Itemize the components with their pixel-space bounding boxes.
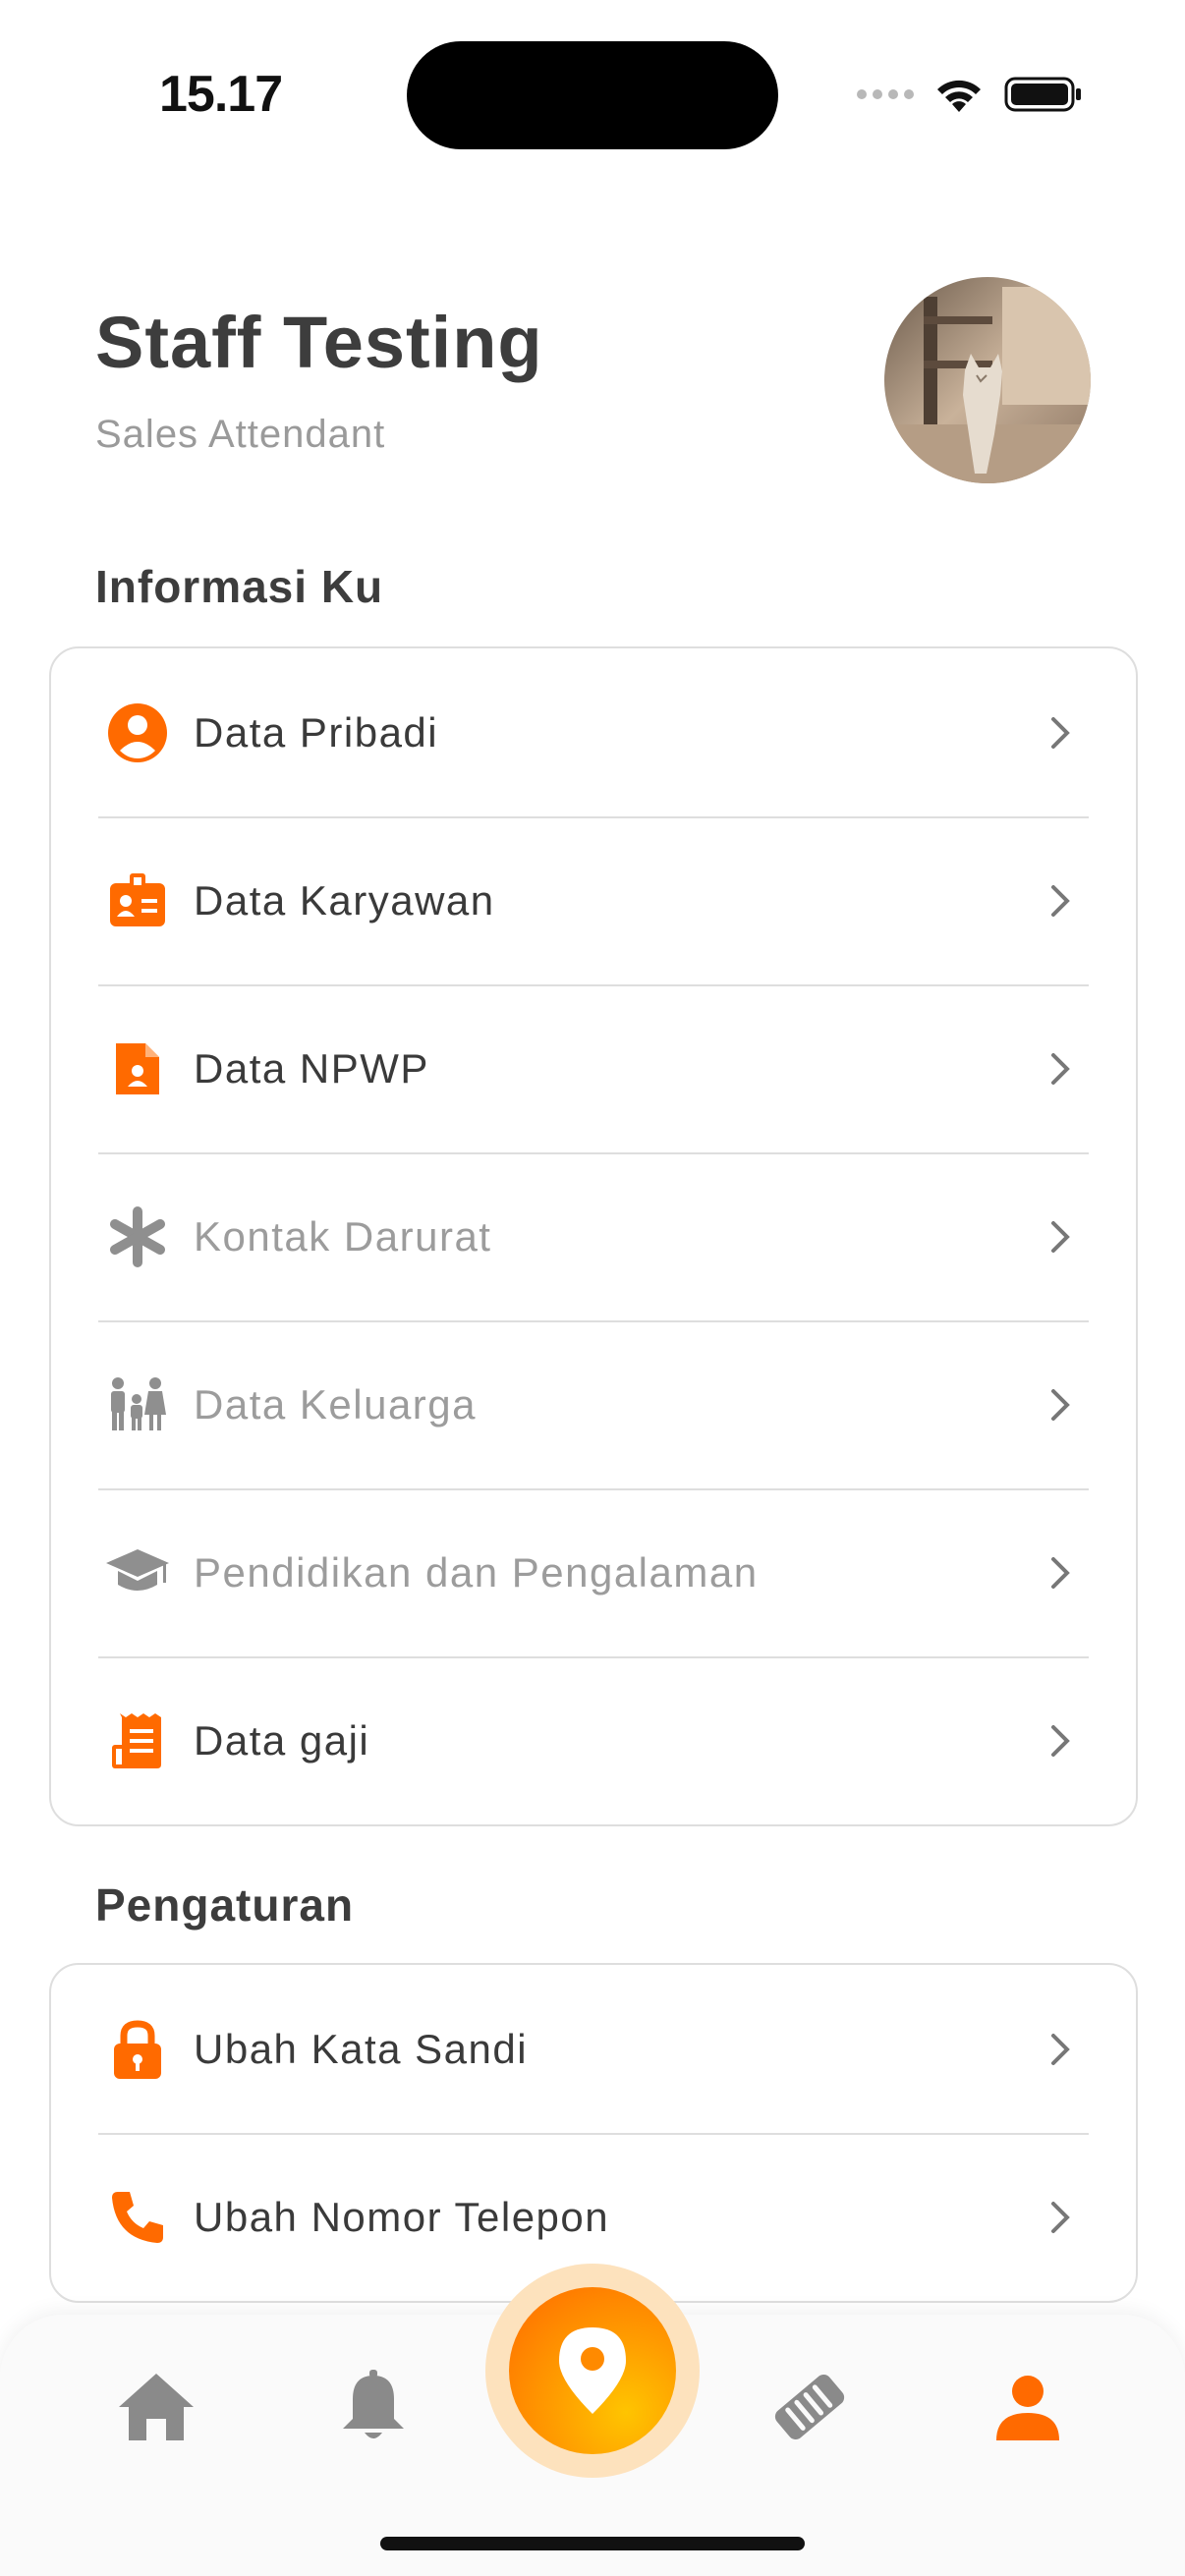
graduation-cap-icon xyxy=(104,1540,171,1606)
dynamic-island xyxy=(407,41,778,149)
chevron-right-icon xyxy=(1051,2033,1070,2065)
chevron-right-icon xyxy=(1051,716,1070,749)
chevron-right-icon xyxy=(1051,1388,1070,1421)
menu-item-data-karyawan[interactable]: Data Karyawan xyxy=(51,816,1136,984)
settings-card: Ubah Kata Sandi Ubah Nomor Telepon xyxy=(49,1963,1138,2303)
menu-item-label: Data gaji xyxy=(194,1716,370,1764)
menu-item-kontak-darurat[interactable]: Kontak Darurat xyxy=(51,1152,1136,1320)
cellular-signal-icon xyxy=(857,89,914,99)
menu-item-label: Kontak Darurat xyxy=(194,1212,492,1260)
handshake-icon xyxy=(774,2374,845,2440)
document-person-icon xyxy=(104,1036,171,1102)
nav-home[interactable] xyxy=(107,2358,205,2456)
nav-attendance-button[interactable] xyxy=(509,2287,676,2454)
nav-profile[interactable] xyxy=(979,2358,1077,2456)
chevron-right-icon xyxy=(1051,1556,1070,1589)
menu-item-label: Data NPWP xyxy=(194,1044,429,1092)
receipt-icon xyxy=(104,1708,171,1774)
chevron-right-icon xyxy=(1051,2201,1070,2233)
family-icon xyxy=(104,1372,171,1438)
person-circle-icon xyxy=(104,700,171,766)
menu-item-label: Data Karyawan xyxy=(194,876,495,924)
lock-icon xyxy=(104,2016,171,2083)
chevron-right-icon xyxy=(1051,1220,1070,1253)
profile-name: Staff Testing xyxy=(95,302,543,383)
section-title-settings: Pengaturan xyxy=(95,1879,355,1931)
chevron-right-icon xyxy=(1051,1052,1070,1085)
id-badge-icon xyxy=(104,868,171,934)
menu-item-data-gaji[interactable]: Data gaji xyxy=(51,1656,1136,1824)
menu-item-pendidikan[interactable]: Pendidikan dan Pengalaman xyxy=(51,1488,1136,1656)
menu-item-data-npwp[interactable]: Data NPWP xyxy=(51,984,1136,1152)
menu-item-data-pribadi[interactable]: Data Pribadi xyxy=(51,648,1136,816)
menu-item-label: Ubah Nomor Telepon xyxy=(194,2193,610,2240)
nav-notifications[interactable] xyxy=(324,2358,423,2456)
phone-icon xyxy=(104,2184,171,2251)
profile-icon xyxy=(996,2376,1059,2440)
status-time: 15.17 xyxy=(159,66,283,123)
menu-item-data-keluarga[interactable]: Data Keluarga xyxy=(51,1320,1136,1488)
menu-item-ubah-kata-sandi[interactable]: Ubah Kata Sandi xyxy=(51,1965,1136,2133)
profile-role: Sales Attendant xyxy=(95,413,386,456)
chevron-right-icon xyxy=(1051,1724,1070,1757)
home-icon xyxy=(119,2374,194,2440)
bell-icon xyxy=(343,2370,404,2438)
wifi-icon xyxy=(937,80,981,112)
battery-icon xyxy=(1004,77,1081,112)
chevron-right-icon xyxy=(1051,884,1070,917)
avatar[interactable] xyxy=(884,277,1091,483)
menu-item-label: Data Pribadi xyxy=(194,708,439,756)
section-title-info: Informasi Ku xyxy=(95,561,384,612)
menu-item-label: Ubah Kata Sandi xyxy=(194,2025,529,2072)
menu-item-label: Pendidikan dan Pengalaman xyxy=(194,1548,759,1596)
profile-screen: 15.17 Staff Testing Sales Attendant Info… xyxy=(0,0,1185,2576)
home-indicator xyxy=(380,2537,805,2550)
location-pin-icon xyxy=(559,2327,626,2414)
info-card: Data Pribadi Data Karyawan Data NPWP Kon… xyxy=(49,646,1138,1826)
menu-item-label: Data Keluarga xyxy=(194,1380,478,1428)
status-icons xyxy=(857,69,1083,120)
asterisk-icon xyxy=(104,1204,171,1270)
nav-partnership[interactable] xyxy=(761,2358,859,2456)
